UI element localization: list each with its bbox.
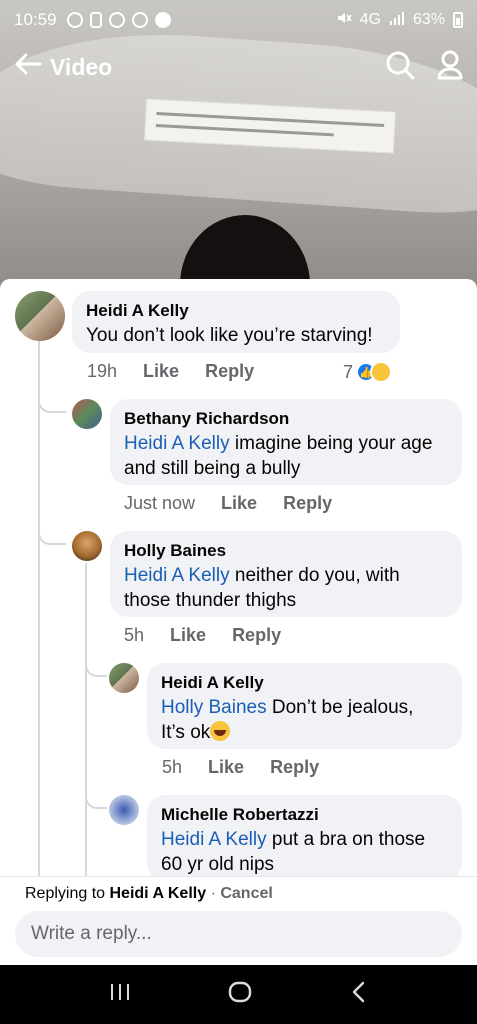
reply-input[interactable] [15,911,462,957]
comment-text-line: imagine being your age [229,433,433,454]
comment-text-line: put a bra on those [266,829,426,850]
comments-sheet: Heidi A Kelly You don’t look like you’re… [0,279,477,965]
video-header: Video [0,42,477,92]
avatar[interactable] [109,795,139,825]
mute-icon [336,10,352,31]
comment-author[interactable]: Heidi A Kelly [86,299,386,323]
replying-to-label: Replying to Heidi A Kelly · Cancel [25,885,273,903]
thread-connector [38,511,66,545]
like-button[interactable]: Like [170,625,206,646]
home-icon [229,981,252,1003]
like-button[interactable]: Like [221,493,257,514]
mention-link[interactable]: Heidi A Kelly [124,565,230,586]
comment-text-line: neither do you, with [229,565,400,586]
threads-icon [66,12,83,28]
haha-reaction-icon [370,361,393,383]
comment-text-line: 60 yr old nips [161,854,275,875]
lock-icon [89,12,102,28]
laughing-emoji-icon [210,721,231,741]
comment-bubble[interactable]: Heidi A Kelly You don’t look like you’re… [72,291,400,353]
nav-back-button[interactable] [349,980,369,1009]
comment-text: You don’t look like you’re starving! [86,325,373,346]
comment-time[interactable]: Just now [124,493,195,514]
separator: · [206,885,221,902]
person-icon [437,50,463,79]
profile-button[interactable] [437,50,463,85]
comment-text-line: Don’t be jealous, [266,697,414,718]
network-type: 4G [359,11,381,28]
page-title: Video [50,53,113,80]
back-button[interactable] [14,52,42,82]
comment-actions: 5h Like Reply [162,757,319,778]
avatar[interactable] [72,399,102,429]
recent-apps-icon [110,984,129,1000]
avatar[interactable] [15,291,65,341]
comment-bubble[interactable]: Michelle Robertazzi Heidi A Kelly put a … [147,795,462,881]
comment-author[interactable]: Heidi A Kelly [161,671,448,695]
header-actions [385,50,463,85]
comment-time[interactable]: 5h [124,625,144,646]
reply-composer: Replying to Heidi A Kelly · Cancel [0,876,477,965]
battery-level: 63% [412,11,445,28]
system-navigation-bar [0,965,477,1024]
chevron-left-icon [352,981,365,1003]
thread-connector [38,379,66,413]
reaction-summary[interactable]: 7 👍 [343,361,393,383]
comment-author[interactable]: Holly Baines [124,539,448,563]
comment-bubble[interactable]: Bethany Richardson Heidi A Kelly imagine… [110,399,462,485]
comment-time[interactable]: 19h [87,361,117,382]
comment-text-line: It’s ok [161,720,448,745]
cancel-reply-button[interactable]: Cancel [220,885,272,902]
arrow-left-icon [15,53,42,75]
status-time: 10:59 [14,10,57,29]
like-button[interactable]: Like [143,361,179,382]
comment-actions: 5h Like Reply [124,625,281,646]
mention-link[interactable]: Heidi A Kelly [124,433,230,454]
replying-prefix: Replying to [25,885,110,902]
status-bar: 10:59 4G 63% [0,0,477,40]
thread-connector [85,775,107,809]
comment-text-line: It’s ok [161,722,211,743]
reply-button[interactable]: Reply [270,757,319,778]
battery-icon [453,12,463,28]
comment-author[interactable]: Bethany Richardson [124,407,448,431]
comment-text: Holly Baines Don’t be jealous, [161,695,448,720]
reply-button[interactable]: Reply [283,493,332,514]
comment-actions: Just now Like Reply [124,493,332,514]
notification-icons [66,12,171,28]
avatar[interactable] [109,663,139,693]
replying-to-name: Heidi A Kelly [109,885,207,902]
messenger-icon [108,12,125,28]
comment-time[interactable]: 5h [162,757,182,778]
recent-apps-button[interactable] [108,981,132,1008]
search-button[interactable] [385,50,415,85]
home-button[interactable] [227,979,253,1010]
reaction-count: 7 [343,361,354,382]
chrome-icon [131,12,148,28]
like-button[interactable]: Like [208,757,244,778]
comment-author[interactable]: Michelle Robertazzi [161,803,448,827]
comment-text: Heidi A Kelly imagine being your age [124,431,448,456]
comment-bubble[interactable]: Heidi A Kelly Holly Baines Don’t be jeal… [147,663,462,749]
search-icon [386,51,415,79]
reply-button[interactable]: Reply [232,625,281,646]
comment-text-line: and still being a bully [124,458,301,479]
comment-text-line: those thunder thighs [124,590,297,611]
comment-actions: 19h Like Reply [87,361,254,382]
reply-button[interactable]: Reply [205,361,254,382]
comment-bubble[interactable]: Holly Baines Heidi A Kelly neither do yo… [110,531,462,617]
avatar[interactable] [72,531,102,561]
signal-icon [389,11,405,30]
thread-connector [85,643,107,677]
status-right: 4G 63% [336,10,463,31]
mention-link[interactable]: Heidi A Kelly [161,829,267,850]
thread-line [38,341,40,941]
comment-text: Heidi A Kelly put a bra on those [161,827,448,852]
comment-text: Heidi A Kelly neither do you, with [124,563,448,588]
mention-link[interactable]: Holly Baines [161,697,267,718]
app-icon [154,12,171,28]
